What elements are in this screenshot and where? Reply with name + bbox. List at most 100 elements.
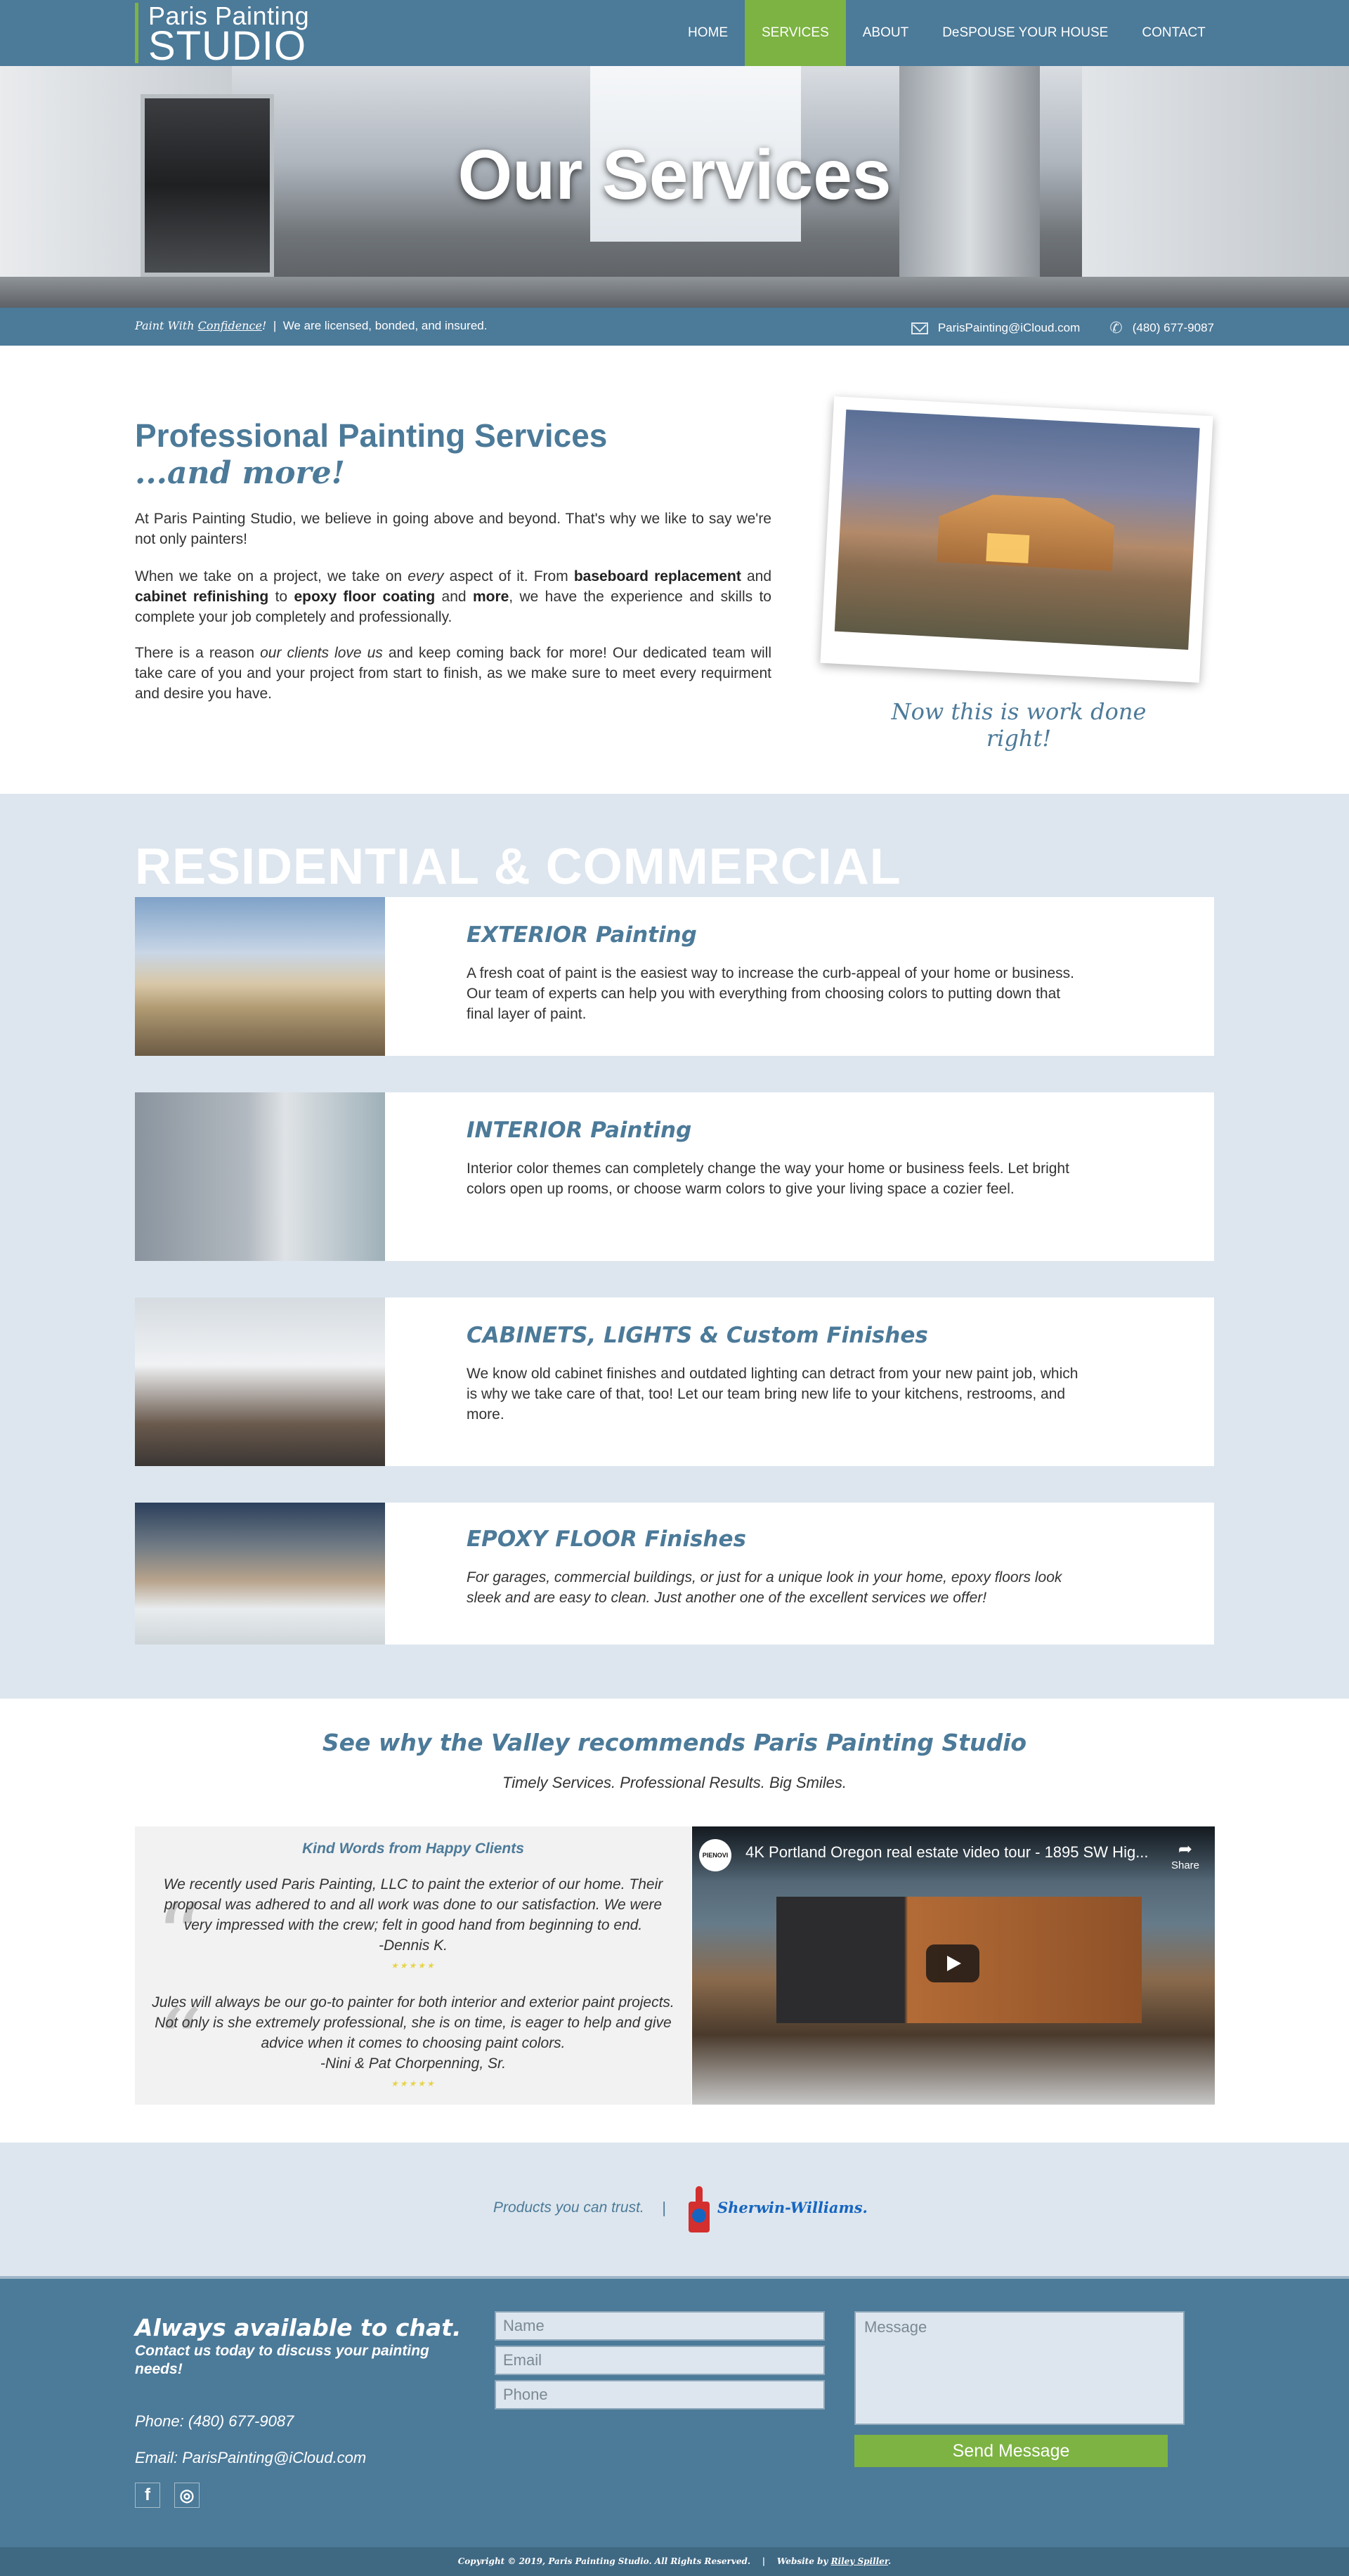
quote-text: Jules will always be our go-to painter f… (152, 1994, 674, 2051)
tagline-suffix: ! (261, 319, 267, 332)
p2-bold-more: more (472, 589, 509, 605)
menu-item-contact[interactable]: CONTACT (1125, 0, 1222, 66)
footer-email[interactable]: Email: ParisPainting@iCloud.com (135, 2449, 366, 2467)
hero-banner: Our Services (0, 66, 1349, 308)
envelope-icon (911, 322, 928, 334)
tagline-word: Confidence (197, 319, 262, 332)
menu-item-about[interactable]: ABOUT (846, 0, 925, 66)
service-card-exterior: EXTERIOR Painting A fresh coat of paint … (135, 897, 1214, 1056)
licensed-text: We are licensed, bonded, and insured. (282, 319, 488, 332)
channel-avatar[interactable]: PIENOVI (699, 1839, 731, 1871)
service-card-epoxy: EPOXY FLOOR Finishes For garages, commer… (135, 1503, 1214, 1645)
credit-prefix: Website by (776, 2556, 831, 2566)
star-rating: ★★★★★ (391, 1961, 436, 1970)
phone-icon: ✆ (1109, 319, 1123, 336)
service-card-cabinets: CABINETS, LIGHTS & Custom Finishes We kn… (135, 1297, 1214, 1466)
epoxy-floor-photo (135, 1503, 385, 1645)
phone-field[interactable] (495, 2380, 825, 2410)
p2-text-2: aspect of it. From (443, 568, 574, 584)
main-menu: HOME SERVICES ABOUT DeSPOUSE YOUR HOUSE … (671, 0, 1223, 66)
instagram-icon[interactable]: ◎ (174, 2483, 200, 2508)
share-icon: ➦ (1178, 1840, 1193, 1859)
logo-globe (692, 2209, 706, 2223)
info-bar-contact: ParisPainting@iCloud.com ✆ (480) 677-908… (911, 319, 1214, 337)
service-text: For garages, commercial buildings, or ju… (467, 1569, 1062, 1606)
send-message-button[interactable]: Send Message (854, 2435, 1168, 2467)
p2-bold-baseboard: baseboard replacement (573, 568, 741, 584)
intro-paragraph-3: There is a reason our clients love us an… (135, 643, 771, 704)
facebook-icon[interactable]: f (135, 2483, 160, 2508)
star-rating: ★★★★★ (391, 2079, 436, 2088)
menu-item-home[interactable]: HOME (671, 0, 745, 66)
quote-text: We recently used Paris Painting, LLC to … (163, 1876, 663, 1933)
header-email-link[interactable]: ParisPainting@iCloud.com (938, 321, 1080, 335)
tagline-separator: | (273, 319, 277, 332)
service-text: Interior color themes can completely cha… (467, 1160, 1069, 1197)
hero-kitchen-counter (0, 277, 1349, 308)
share-button[interactable]: ➦ Share (1171, 1839, 1199, 1871)
intro-paragraph-2: When we take on a project, we take on ev… (135, 566, 771, 627)
services-heading: RESIDENTIAL & COMMERCIAL (135, 839, 901, 895)
p3-text-1: There is a reason (135, 645, 261, 661)
products-text: Products you can trust. (493, 2199, 644, 2216)
p2-text-5: and (435, 589, 473, 605)
menu-item-services[interactable]: SERVICES (745, 0, 846, 66)
info-bar: Paint With Confidence! | We are licensed… (0, 308, 1349, 346)
service-text: We know old cabinet finishes and outdate… (467, 1366, 1078, 1423)
sherwin-williams-wordmark[interactable]: Sherwin-Williams. (717, 2199, 868, 2216)
credit-link[interactable]: Riley Spiller (831, 2556, 888, 2566)
video-title[interactable]: 4K Portland Oregon real estate video tou… (745, 1843, 1149, 1862)
house-window-glow (986, 532, 1030, 563)
service-card-interior: INTERIOR Painting Interior color themes … (135, 1092, 1214, 1261)
recommend-heading: See why the Valley recommends Paris Pain… (322, 1729, 1027, 1756)
copyright-bar: Copyright © 2019, Paris Painting Studio.… (0, 2547, 1349, 2576)
service-text: A fresh coat of paint is the easiest way… (467, 965, 1074, 1022)
p2-bold-cabinet: cabinet refinishing (135, 589, 269, 605)
p2-text-4: to (268, 589, 294, 605)
header-phone-link[interactable]: (480) 677-9087 (1133, 321, 1214, 335)
footer-subheading: Contact us today to discuss your paintin… (135, 2343, 429, 2377)
tagline-prefix: Paint With (135, 319, 198, 332)
logo-line-2: STUDIO (148, 23, 307, 69)
photo-caption: Now this is work done right! (891, 698, 1147, 752)
sherwin-williams-logo-icon[interactable] (686, 2186, 711, 2235)
footer-phone[interactable]: Phone: (480) 677-9087 (135, 2412, 294, 2431)
p2-text-1: When we take on a project, we take on (135, 568, 408, 584)
interior-photo (135, 1092, 385, 1261)
play-button[interactable] (926, 1944, 979, 1982)
footer-contact: Always available to chat. Contact us tod… (0, 2276, 1349, 2547)
service-title: EPOXY FLOOR Finishes (467, 1526, 746, 1552)
cabinets-photo (135, 1297, 385, 1466)
page-title: Our Services (457, 136, 892, 214)
credit-suffix: . (888, 2556, 892, 2566)
service-title: CABINETS, LIGHTS & Custom Finishes (467, 1323, 928, 1348)
exterior-photo (135, 897, 385, 1056)
p2-text-3: and (741, 568, 772, 584)
info-bar-tagline: Paint With Confidence! | We are licensed… (135, 319, 487, 333)
p2-every: every (408, 568, 444, 584)
intro-subtitle: ...and more! (135, 455, 345, 491)
share-label: Share (1171, 1859, 1199, 1871)
testimonial-quote: We recently used Paris Painting, LLC to … (149, 1874, 677, 1976)
copyright-separator: | (762, 2556, 766, 2566)
footer-heading: Always available to chat. (135, 2314, 462, 2341)
testimonial-quote: Jules will always be our go-to painter f… (149, 1992, 677, 2094)
house-photo (834, 410, 1200, 650)
p2-bold-epoxy: epoxy floor coating (294, 589, 436, 605)
quote-author: -Nini & Pat Chorpenning, Sr. (320, 2055, 507, 2072)
message-field[interactable] (854, 2311, 1185, 2425)
quote-author: -Dennis K. (378, 1937, 448, 1954)
service-title: INTERIOR Painting (467, 1118, 692, 1143)
video-embed[interactable]: PIENOVI 4K Portland Oregon real estate v… (692, 1826, 1215, 2105)
house-photo-frame (820, 396, 1213, 683)
intro-title: Professional Painting Services (135, 417, 608, 454)
site-logo[interactable]: Paris Painting STUDIO (135, 3, 309, 69)
service-title: EXTERIOR Painting (467, 922, 697, 948)
top-navigation: Paris Painting STUDIO HOME SERVICES ABOU… (0, 0, 1349, 69)
email-field[interactable] (495, 2346, 825, 2375)
tagline-text: Paint With Confidence! (135, 319, 266, 332)
name-field[interactable] (495, 2311, 825, 2341)
menu-item-despouse[interactable]: DeSPOUSE YOUR HOUSE (925, 0, 1125, 66)
testimonials-title: Kind Words from Happy Clients (302, 1841, 524, 1857)
products-banner: Products you can trust. | Sherwin-Willia… (0, 2143, 1349, 2276)
